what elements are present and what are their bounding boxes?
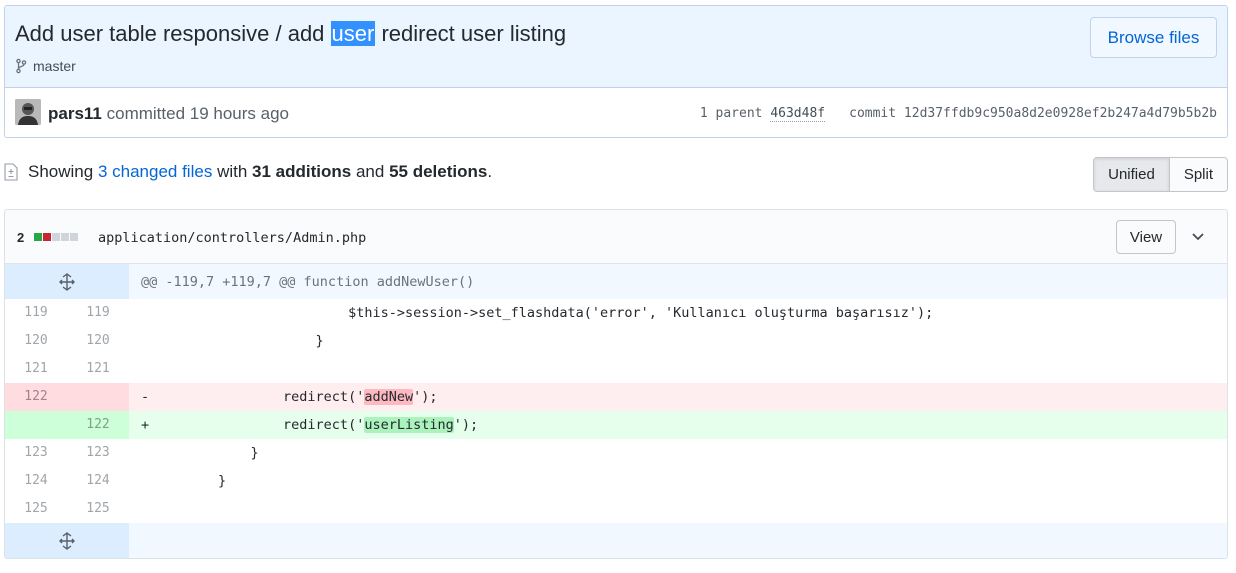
commit-title-text: Add user table responsive / add <box>15 21 331 46</box>
additions-count: 31 additions <box>252 162 352 181</box>
old-line-number[interactable]: 121 <box>5 355 67 383</box>
changed-files-link[interactable]: 3 changed files <box>98 162 212 181</box>
code-text: } <box>153 333 324 349</box>
with-label: with <box>217 162 248 181</box>
diff-line: 123 123 } <box>5 439 1227 467</box>
browse-files-button[interactable]: Browse files <box>1090 17 1217 58</box>
code-line: + redirect('userListing'); <box>129 411 1227 439</box>
diff-marker: - <box>141 389 150 405</box>
commit-meta: pars11 committed 19 hours ago 1 parent 4… <box>5 88 1227 137</box>
expand-down-button[interactable] <box>5 523 129 558</box>
commit-title: Add user table responsive / add user red… <box>15 21 566 47</box>
hunk-footer-row <box>5 523 1227 558</box>
commit-sha: 12d37ffdb9c950a8d2e0928ef2b247a4d79b5b2b <box>903 106 1217 121</box>
branch-name[interactable]: master <box>33 58 76 74</box>
diffstat-block-neutral <box>61 233 69 241</box>
diffstat-block-deleted <box>43 233 51 241</box>
code-text: } <box>153 445 259 461</box>
hunk-footer-fill <box>129 523 1227 558</box>
code-line: - redirect('addNew'); <box>129 383 1227 411</box>
code-text: '); <box>453 417 479 433</box>
commit-header: Add user table responsive / add user red… <box>4 5 1228 138</box>
commit-label: commit <box>849 106 897 121</box>
code-line: $this->session->set_flashdata('error', '… <box>129 299 1227 327</box>
author-link[interactable]: pars11 <box>48 104 102 123</box>
selected-text: user <box>330 21 376 46</box>
showing-label: Showing <box>28 162 94 181</box>
git-branch-icon <box>16 58 27 74</box>
chevron-down-icon[interactable] <box>1191 229 1205 243</box>
unfold-icon <box>59 272 75 291</box>
unified-button[interactable]: Unified <box>1094 158 1170 191</box>
commit-author-line: pars11 committed 19 hours ago <box>48 104 289 124</box>
code-text: redirect(' <box>153 389 365 405</box>
diff-line: 124 124 } <box>5 467 1227 495</box>
diffstat-block-added <box>34 233 42 241</box>
parent-label: 1 parent <box>699 106 763 121</box>
diff-line: 122 - redirect('addNew'); <box>5 383 1227 411</box>
diff-line: 119 119 $this->session->set_flashdata('er… <box>5 299 1227 327</box>
diff-line: 121 121 <box>5 355 1227 383</box>
sha-block: 1 parent 463d48f commit 12d37ffdb9c950a8d… <box>699 106 1217 122</box>
old-line-number[interactable]: 125 <box>5 495 67 523</box>
code-line: } <box>129 327 1227 355</box>
deletions-count: 55 deletions <box>389 162 488 181</box>
diff-table: @@ -119,7 +119,7 @@ function addNewUser(… <box>5 264 1227 523</box>
file-header: 2 application/controllers/Admin.php View <box>5 210 1227 264</box>
diffstat-block-neutral <box>70 233 78 241</box>
diffstat-count: 2 <box>17 230 25 245</box>
new-line-number[interactable]: 123 <box>67 439 129 467</box>
code-line: } <box>129 467 1227 495</box>
avatar-image-icon <box>15 99 41 125</box>
new-line-number[interactable]: 124 <box>67 467 129 495</box>
diff-view-toggle: Unified Split <box>1093 157 1228 192</box>
diff-line: 122 + redirect('userListing'); <box>5 411 1227 439</box>
file-diff-icon <box>4 163 18 181</box>
new-line-number[interactable]: 122 <box>67 411 129 439</box>
unfold-icon <box>59 531 75 550</box>
expand-up-button[interactable] <box>5 264 129 299</box>
deleted-word: addNew <box>364 389 414 405</box>
old-line-number[interactable]: 124 <box>5 467 67 495</box>
code-text: $this->session->set_flashdata('error', '… <box>153 305 934 321</box>
old-line-number[interactable]: 123 <box>5 439 67 467</box>
committed-time: committed 19 hours ago <box>101 104 289 123</box>
split-button[interactable]: Split <box>1169 158 1227 191</box>
hunk-header-row: @@ -119,7 +119,7 @@ function addNewUser(… <box>5 264 1227 299</box>
diff-marker: + <box>141 417 150 433</box>
old-line-number[interactable] <box>5 411 67 439</box>
old-line-number[interactable]: 122 <box>5 383 67 411</box>
hunk-header: @@ -119,7 +119,7 @@ function addNewUser(… <box>129 264 1227 299</box>
and-label: and <box>355 162 385 181</box>
view-file-button[interactable]: View <box>1116 220 1176 254</box>
added-word: userListing <box>364 417 454 433</box>
parent-sha-link[interactable]: 463d48f <box>770 106 826 122</box>
code-text: '); <box>413 389 438 405</box>
diff-summary: Showing 3 changed files with 31 addition… <box>4 162 492 182</box>
diffstat-bar <box>34 233 78 241</box>
old-line-number[interactable]: 120 <box>5 327 67 355</box>
commit-title-text-end: redirect user listing <box>375 21 567 46</box>
diffstat-block-neutral <box>52 233 60 241</box>
code-text: } <box>153 473 227 489</box>
new-line-number[interactable]: 120 <box>67 327 129 355</box>
period: . <box>487 162 493 181</box>
code-text: redirect(' <box>153 417 365 433</box>
commit-title-bar: Add user table responsive / add user red… <box>5 6 1227 88</box>
code-line: } <box>129 439 1227 467</box>
new-line-number[interactable]: 125 <box>67 495 129 523</box>
diff-line: 125 125 <box>5 495 1227 523</box>
old-line-number[interactable]: 119 <box>5 299 67 327</box>
avatar[interactable] <box>15 99 41 125</box>
new-line-number[interactable] <box>67 383 129 411</box>
file-path-link[interactable]: application/controllers/Admin.php <box>98 230 366 246</box>
branch-indicator[interactable]: master <box>15 58 76 74</box>
new-line-number[interactable]: 119 <box>67 299 129 327</box>
diff-line: 120 120 } <box>5 327 1227 355</box>
new-line-number[interactable]: 121 <box>67 355 129 383</box>
file-diff: 2 application/controllers/Admin.php View… <box>4 209 1228 559</box>
